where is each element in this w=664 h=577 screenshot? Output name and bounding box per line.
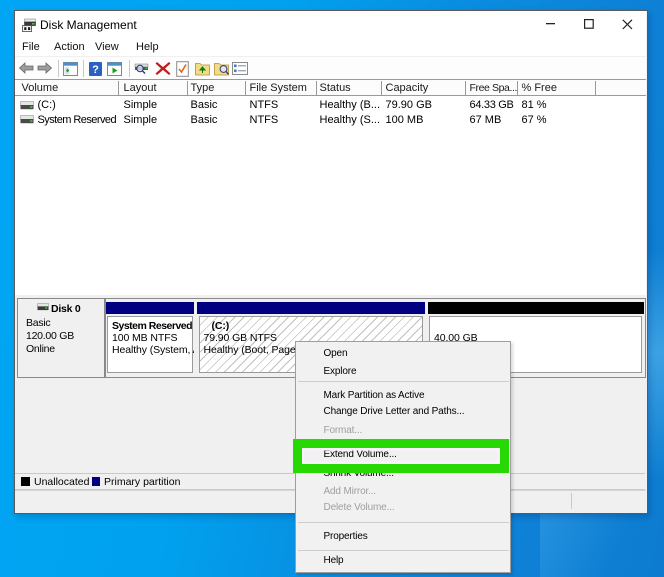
svg-text:?: ? [92,64,99,76]
